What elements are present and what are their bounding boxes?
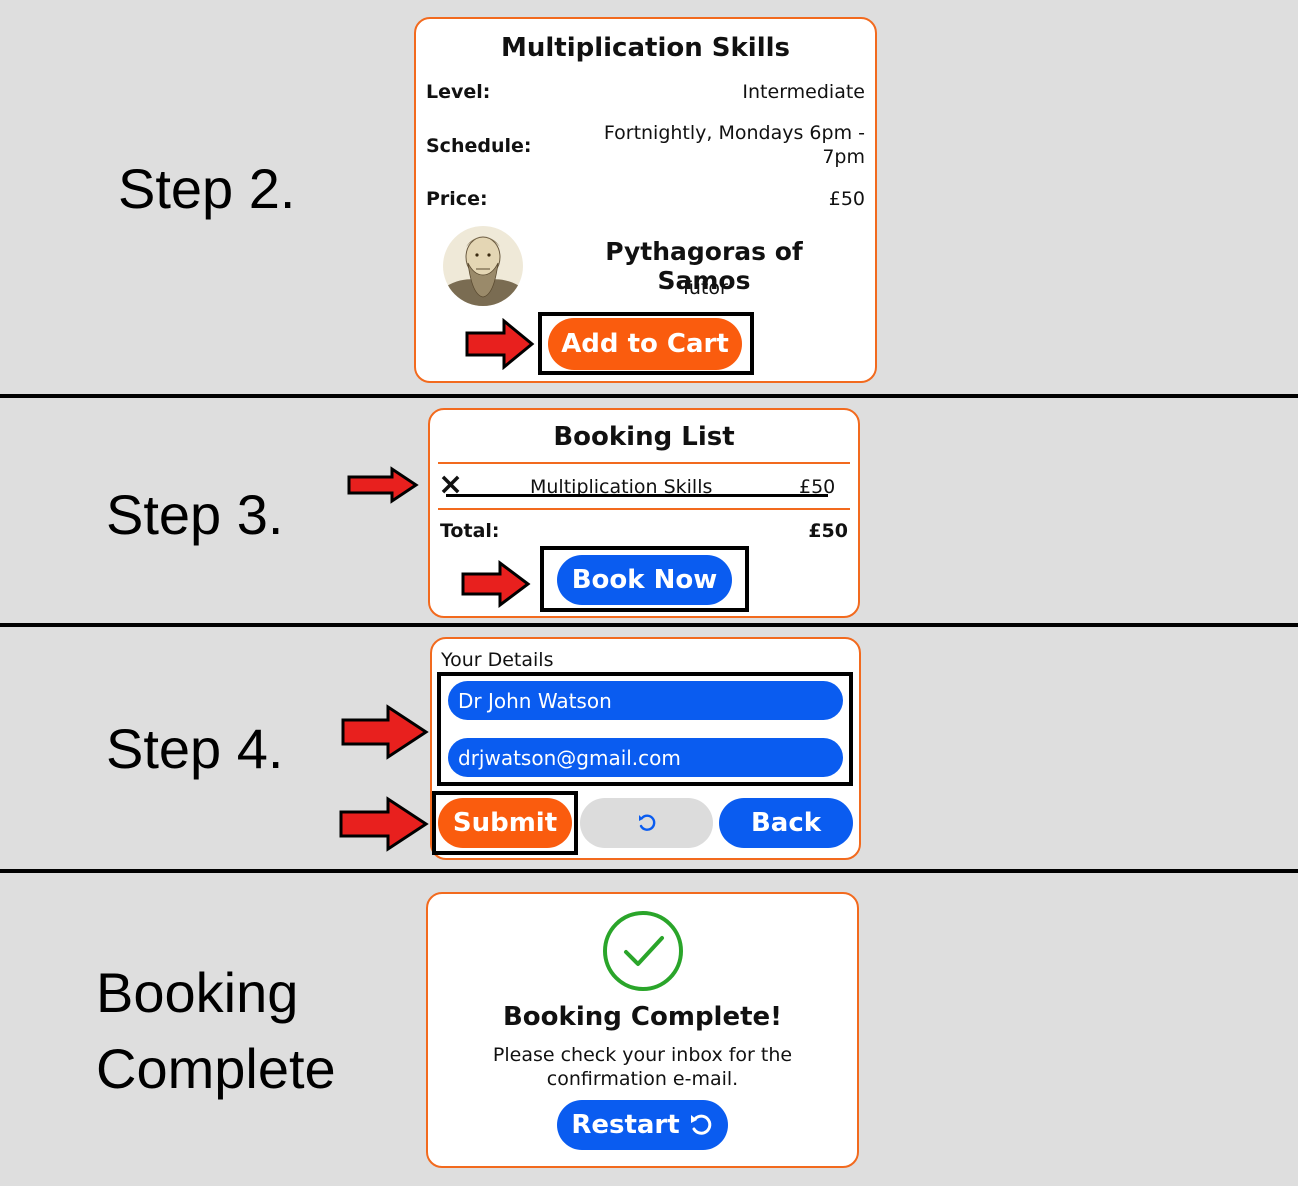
red-arrow-icon <box>339 796 429 852</box>
price-value: £50 <box>828 188 865 210</box>
booking-complete-label-line1: Booking <box>96 961 299 1024</box>
restart-button[interactable]: Restart <box>557 1100 728 1150</box>
highlight-box <box>540 546 749 612</box>
course-title: Multiplication Skills <box>500 33 791 63</box>
price-label: Price: <box>426 188 488 210</box>
schedule-value-line2: 7pm <box>822 146 865 168</box>
reset-icon <box>638 814 655 831</box>
divider <box>438 508 850 510</box>
booking-list-title: Booking List <box>553 422 735 452</box>
red-arrow-icon <box>465 318 535 370</box>
complete-title: Booking Complete! <box>502 1002 783 1032</box>
restart-icon <box>690 1114 711 1135</box>
separator <box>0 869 1298 873</box>
step-4-label: Step 4. <box>106 717 284 780</box>
highlight-box <box>538 312 754 375</box>
booking-complete-label-line2: Complete <box>96 1037 336 1100</box>
back-button[interactable]: Back <box>719 798 853 848</box>
level-value: Intermediate <box>742 81 865 103</box>
red-arrow-icon <box>341 704 429 760</box>
separator <box>0 623 1298 627</box>
red-arrow-icon <box>461 560 531 608</box>
total-value: £50 <box>808 520 848 542</box>
check-circle-icon <box>603 911 683 991</box>
restart-label: Restart <box>571 1110 680 1140</box>
reset-button[interactable] <box>580 798 713 848</box>
complete-message-line1: Please check your inbox for the <box>492 1044 793 1066</box>
complete-message-line2: confirmation e-mail. <box>546 1068 739 1090</box>
divider <box>438 462 850 464</box>
total-label: Total: <box>440 520 500 542</box>
highlight-box <box>437 672 853 786</box>
step-3-label: Step 3. <box>106 483 284 546</box>
step-2-label: Step 2. <box>118 157 296 220</box>
schedule-label: Schedule: <box>426 135 532 157</box>
level-label: Level: <box>426 81 491 103</box>
red-arrow-icon <box>347 466 419 504</box>
tutor-avatar <box>442 225 524 307</box>
details-legend: Your Details <box>441 649 554 671</box>
tutor-role: Tutor <box>680 277 728 299</box>
separator <box>0 394 1298 398</box>
highlight-box <box>432 791 578 855</box>
schedule-value-line1: Fortnightly, Mondays 6pm - <box>603 122 865 144</box>
strike-line <box>446 494 828 497</box>
